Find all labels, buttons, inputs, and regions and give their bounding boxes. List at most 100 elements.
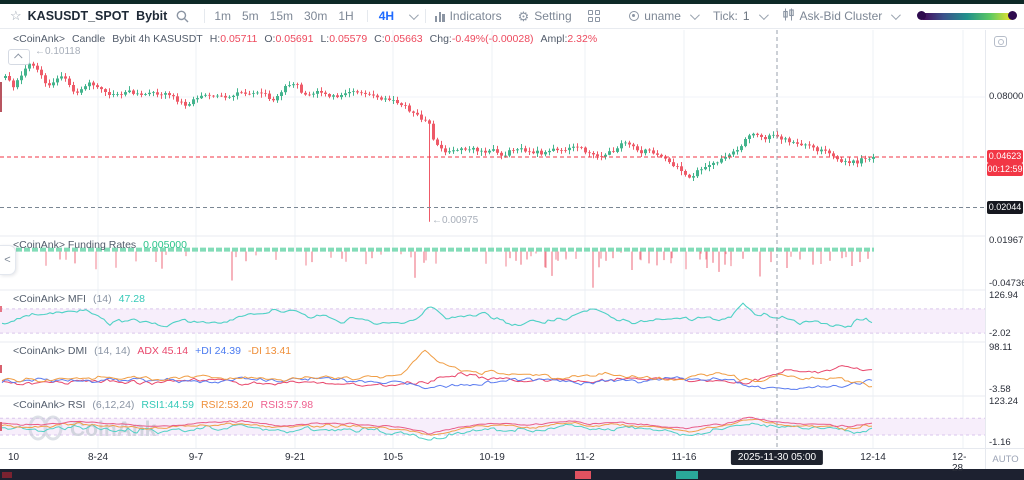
bottom-strip xyxy=(0,468,1024,480)
rsi-title: <CoinAnk> RSI xyxy=(13,399,85,411)
timeframe-chevron-icon[interactable] xyxy=(409,10,419,20)
timeframe-1m[interactable]: 1m xyxy=(214,9,231,23)
clipped-content xyxy=(676,471,698,479)
sidebar-collapse-handle[interactable]: < xyxy=(0,245,16,275)
dmi-title: <CoinAnk> DMI xyxy=(13,345,87,357)
funding-axis-min: -0.047367 xyxy=(989,278,1024,290)
candle-header: <CoinAnk> Candle Bybit 4h KASUSDT H:0.05… xyxy=(13,33,597,45)
mfi-axis-min: -2.02 xyxy=(989,328,1011,340)
dmi-adx-value: ADX 45.14 xyxy=(137,345,188,357)
indicators-button[interactable]: Indicators xyxy=(435,9,502,23)
dmi-mdi-value: -DI 13.41 xyxy=(248,345,291,357)
trading-terminal: ☆ KASUSDT_SPOT Bybit 1m 5m 15m 30m 1H 4H Indi… xyxy=(0,0,1024,480)
timeframe-30m[interactable]: 30m xyxy=(304,9,327,23)
screenshot-icon[interactable] xyxy=(994,36,1007,47)
low-price-marker: ←0.00975 xyxy=(432,215,478,226)
symbol-name[interactable]: KASUSDT_SPOT xyxy=(28,9,129,23)
time-tick: 11-16 xyxy=(672,452,697,463)
high-price-marker: ←0.10118 xyxy=(35,46,80,57)
divider xyxy=(425,9,426,23)
timeframe-selector: 1m 5m 15m 30m 1H 4H xyxy=(214,9,405,23)
ohlc-high: H:0.05711 xyxy=(210,33,258,45)
askbid-label: Ask-Bid Cluster xyxy=(800,9,883,23)
chart-symbol: Bybit 4h KASUSDT xyxy=(112,33,202,45)
timeframe-15m[interactable]: 15m xyxy=(270,9,293,23)
divider xyxy=(367,10,368,22)
collapse-pane-button[interactable] xyxy=(8,49,30,65)
chevron-down-icon xyxy=(690,10,700,20)
crosshair-time-tooltip: 2025-11-30 05:00 xyxy=(731,450,823,465)
time-tick: 10-5 xyxy=(383,452,403,463)
current-price-badge: 0.04623 xyxy=(987,150,1023,163)
dmi-params: (14, 14) xyxy=(94,345,130,357)
chevron-up-icon xyxy=(14,53,22,61)
rsi2-value: RSI2:53.20 xyxy=(201,399,254,411)
tick-value: 1 xyxy=(743,9,750,23)
time-tick: 11-2 xyxy=(575,452,594,463)
timeframe-1H[interactable]: 1H xyxy=(338,9,353,23)
divider xyxy=(204,9,205,23)
time-tick: 10-19 xyxy=(479,452,505,463)
mfi-params: (14) xyxy=(93,293,112,305)
mfi-axis-max: 126.94 xyxy=(989,290,1018,302)
dmi-pdi-value: +DI 24.39 xyxy=(195,345,241,357)
ohlc-amplitude: Ampl:2.32% xyxy=(541,33,598,45)
timeframe-4H[interactable]: 4H xyxy=(379,9,394,23)
rsi3-value: RSI3:57.98 xyxy=(261,399,314,411)
indicators-label: Indicators xyxy=(450,9,502,23)
exchange-name: Bybit xyxy=(136,9,167,23)
layout-grid-icon[interactable] xyxy=(588,10,600,22)
tick-dropdown[interactable]: Tick: 1 xyxy=(713,9,766,23)
favorite-star-icon[interactable]: ☆ xyxy=(10,8,22,24)
uname-label: uname xyxy=(644,9,681,23)
time-tick: 8-24 xyxy=(88,452,108,463)
mfi-title: <CoinAnk> MFI xyxy=(13,293,86,305)
timeframe-5m[interactable]: 5m xyxy=(242,9,259,23)
rsi1-value: RSI1:44.59 xyxy=(141,399,194,411)
ohlc-open: O:0.05691 xyxy=(264,33,313,45)
askbid-cluster-dropdown[interactable]: Ask-Bid Cluster xyxy=(782,8,899,24)
time-axis[interactable]: 2025-11-30 05:00 10 8-24 9-7 9-21 10-5 10-19 1… xyxy=(0,448,985,469)
time-tick: 10 xyxy=(8,452,19,463)
rsi-header: <CoinAnk> RSI (6,12,24) RSI1:44.59 RSI2:… xyxy=(13,399,313,411)
dmi-axis-min: -3.58 xyxy=(989,384,1011,396)
heatmap-gradient-slider[interactable] xyxy=(920,13,1014,20)
clipped-content xyxy=(2,472,12,478)
time-tick: 9-21 xyxy=(285,452,305,463)
price-label: 0.08000 xyxy=(989,91,1023,103)
gradient-handle-left[interactable] xyxy=(917,11,926,20)
time-tick: 9-7 xyxy=(189,452,203,463)
setting-label: Setting xyxy=(534,9,571,23)
tick-label: Tick: xyxy=(713,9,738,23)
auto-scale-button[interactable]: AUTO xyxy=(985,448,1024,469)
toolbar: ☆ KASUSDT_SPOT Bybit 1m 5m 15m 30m 1H 4H Indi… xyxy=(0,4,1024,29)
ohlc-change: Chg:-0.49%(-0.00028) xyxy=(430,33,534,45)
candles-icon xyxy=(782,8,795,24)
dmi-axis-max: 98.11 xyxy=(989,342,1012,354)
countdown-badge: 00:12:59 xyxy=(987,163,1023,176)
price-axis[interactable]: 0.08000 0.0462300:12:59 0.02044 0.019671 -0.… xyxy=(985,30,1024,448)
dmi-header: <CoinAnk> DMI (14, 14) ADX 45.14 +DI 24.… xyxy=(13,345,291,357)
ohlc-close: C:0.05663 xyxy=(374,33,422,45)
mfi-value: 47.28 xyxy=(119,293,145,305)
uname-dropdown[interactable]: uname xyxy=(629,9,697,23)
alert-price-badge: 0.02044 xyxy=(987,201,1023,214)
ohlc-low: L:0.05579 xyxy=(320,33,367,45)
setting-button[interactable]: ⚙ Setting xyxy=(518,9,572,23)
mfi-header: <CoinAnk> MFI (14) 47.28 xyxy=(13,293,145,305)
funding-title: <CoinAnk> Funding Rates xyxy=(13,239,136,251)
funding-value: 0.005000 xyxy=(143,239,187,251)
chevron-down-icon xyxy=(891,10,901,20)
time-tick: 12-28 xyxy=(952,452,974,474)
indicators-icon xyxy=(435,11,445,22)
source-tag: <CoinAnk> xyxy=(13,33,65,45)
chevron-down-icon xyxy=(759,10,769,20)
user-icon xyxy=(629,11,639,21)
search-icon[interactable] xyxy=(176,10,189,23)
clipped-content xyxy=(575,471,591,479)
time-tick: 12-14 xyxy=(860,452,886,463)
gradient-handle-right[interactable] xyxy=(1008,11,1017,20)
rsi-axis-max: 123.24 xyxy=(989,396,1018,408)
funding-axis-max: 0.019671 xyxy=(989,235,1024,247)
chart-type: Candle xyxy=(72,33,105,45)
